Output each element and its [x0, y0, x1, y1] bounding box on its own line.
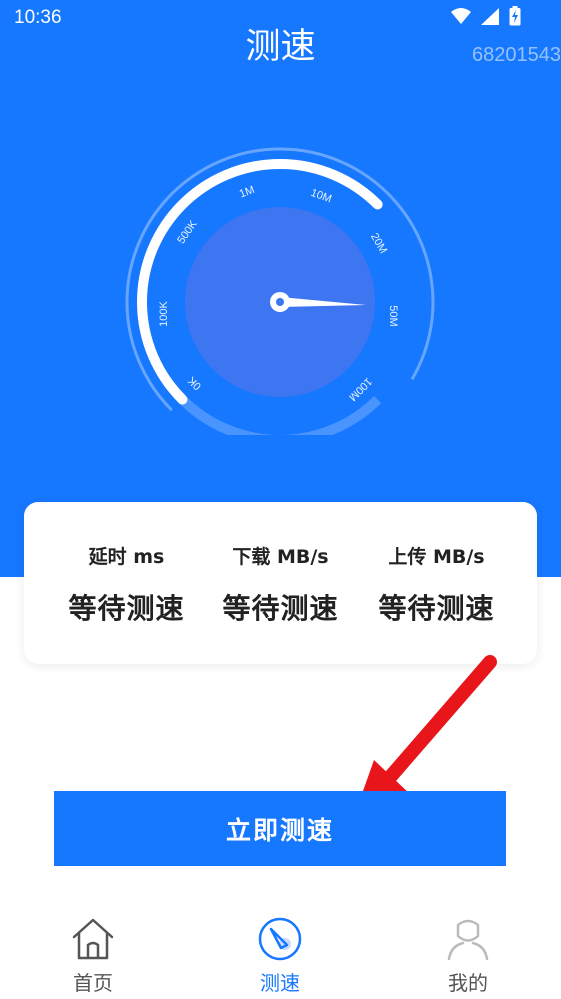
gauge-label: 0K [185, 374, 203, 392]
gauge-label: 100M [346, 375, 374, 403]
download-metric: 下载 MB/s 等待测速 [195, 542, 366, 627]
latency-label: 延时 ms [88, 546, 165, 568]
watermark-id: 68201543 [472, 44, 561, 66]
download-value: 等待测速 [222, 592, 339, 625]
latency-metric: 延时 ms 等待测速 [41, 542, 212, 627]
download-label: 下载 MB/s [232, 546, 329, 568]
latency-value: 等待测速 [68, 592, 185, 625]
gauge-label: 100K [158, 300, 170, 326]
home-icon [72, 918, 114, 960]
speedometer-icon [258, 917, 302, 961]
upload-label: 上传 MB/s [388, 546, 485, 568]
gauge-label: 20M [368, 231, 389, 256]
nav-label-home: 首页 [73, 971, 113, 995]
gauge-label: 10M [309, 187, 333, 206]
gauge-label: 1M [238, 184, 256, 201]
nav-item-profile[interactable]: 我的 [408, 915, 528, 996]
upload-metric: 上传 MB/s 等待测速 [351, 542, 522, 627]
results-card: 延时 ms 等待测速 下载 MB/s 等待测速 上传 MB/s 等待测速 [24, 502, 537, 664]
speed-gauge: 0K 100K 500K 1M 10M 20M 50M 100M [125, 147, 435, 435]
start-speed-test-button[interactable]: 立即测速 [54, 791, 506, 866]
upload-value: 等待测速 [378, 592, 495, 625]
gauge-label: 50M [387, 305, 399, 326]
nav-item-home[interactable]: 首页 [33, 915, 153, 996]
gauge-label: 500K [175, 218, 200, 246]
nav-label-speedtest: 测速 [260, 971, 300, 995]
user-icon [447, 919, 489, 961]
bottom-navigation: 首页 测速 我的 [0, 915, 561, 999]
nav-label-profile: 我的 [448, 971, 488, 995]
nav-item-speedtest[interactable]: 测速 [220, 915, 340, 996]
